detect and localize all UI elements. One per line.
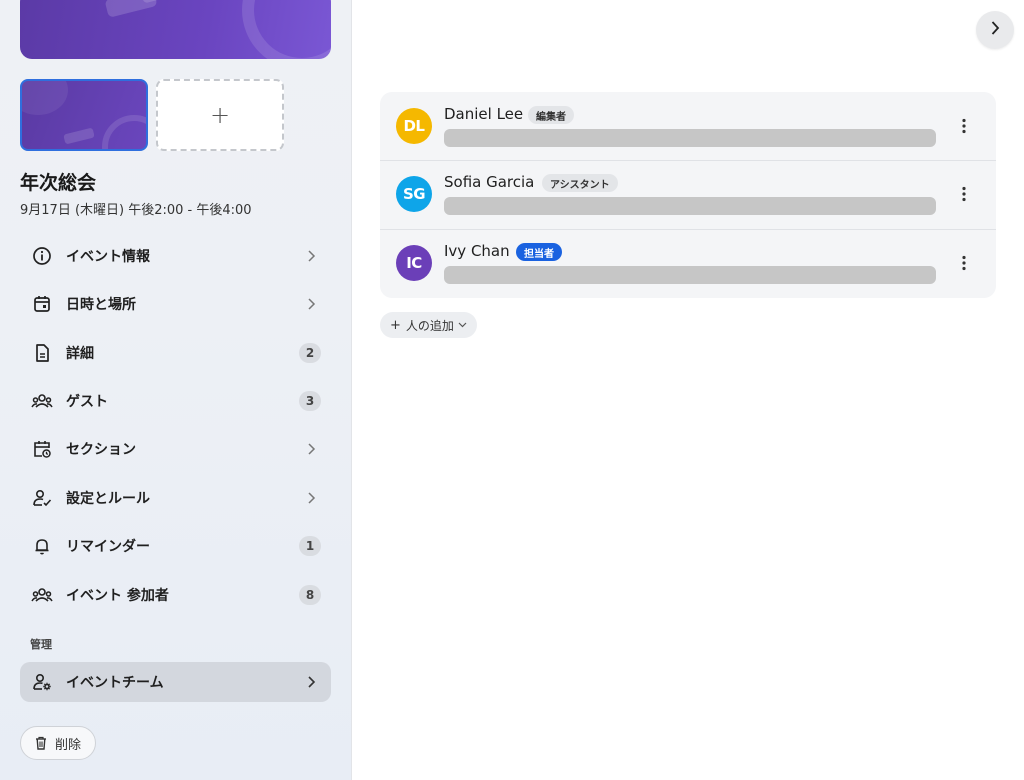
cover-thumbnail-selected[interactable]: [20, 79, 148, 151]
role-badge: 担当者: [516, 243, 562, 261]
nav-item-event-info[interactable]: イベント情報: [20, 236, 331, 276]
group-icon: [30, 583, 54, 607]
chevron-right-icon: [303, 441, 319, 457]
row-divider: [380, 160, 996, 161]
member-detail-placeholder: [444, 266, 936, 284]
nav-item-label: イベント 参加者: [66, 588, 169, 604]
team-member-row[interactable]: IC Ivy Chan 担当者: [380, 229, 996, 298]
info-icon: [30, 244, 54, 268]
nav-item-label: セクション: [66, 442, 136, 458]
nav-item-label: リマインダー: [66, 539, 150, 555]
nav-item-label: ゲスト: [66, 394, 108, 410]
nav-item-details[interactable]: 詳細 2: [20, 333, 331, 373]
event-team-list: DL Daniel Lee 編集者 SG Sofia Garcia アシスタント…: [380, 92, 996, 298]
team-member-row[interactable]: DL Daniel Lee 編集者: [380, 92, 996, 161]
collapse-panel-button[interactable]: [976, 11, 1014, 49]
add-image-button[interactable]: +: [156, 79, 284, 151]
nav-item-participants[interactable]: イベント 参加者 8: [20, 575, 331, 615]
more-options-icon[interactable]: [952, 253, 976, 273]
count-badge: 8: [299, 585, 321, 605]
chevron-right-icon: [303, 296, 319, 312]
delete-button[interactable]: 削除: [20, 726, 97, 760]
plus-icon: +: [390, 317, 401, 333]
avatar: IC: [396, 245, 432, 281]
avatar: DL: [396, 108, 432, 144]
add-person-label: 人の追加: [405, 318, 454, 333]
section-label-admin: 管理: [30, 638, 52, 651]
member-detail-placeholder: [444, 197, 936, 215]
sidebar: + 年次総会 9月17日 (木曜日) 午後2:00 - 午後4:00 イベント情…: [0, 0, 352, 780]
nav-item-label: 日時と場所: [66, 297, 136, 313]
add-person-button[interactable]: + 人の追加: [380, 312, 477, 338]
nav-item-label: イベント情報: [66, 249, 150, 265]
member-name: Daniel Lee: [444, 105, 524, 123]
chevron-right-icon: [303, 674, 319, 690]
cover-image: [20, 0, 331, 59]
row-divider: [380, 229, 996, 230]
nav-item-label: 設定とルール: [66, 491, 150, 507]
chevron-right-icon: [303, 490, 319, 506]
calendar-icon: [30, 292, 54, 316]
person-check-icon: [30, 486, 54, 510]
plus-icon: +: [209, 101, 231, 129]
calendar-clock-icon: [30, 437, 54, 461]
role-badge: 編集者: [528, 106, 574, 124]
more-options-icon[interactable]: [952, 184, 976, 204]
member-detail-placeholder: [444, 129, 936, 147]
member-name: Sofia Garcia: [444, 173, 535, 191]
count-badge: 1: [299, 536, 321, 556]
nav-item-settings-rules[interactable]: 設定とルール: [20, 478, 331, 518]
nav-item-guests[interactable]: ゲスト 3: [20, 381, 331, 421]
nav-item-date-place[interactable]: 日時と場所: [20, 284, 331, 324]
count-badge: 2: [299, 343, 321, 363]
member-name: Ivy Chan: [444, 242, 510, 260]
bell-icon: [30, 534, 54, 558]
count-badge: 3: [299, 391, 321, 411]
role-badge: アシスタント: [542, 174, 618, 192]
nav-item-sections[interactable]: セクション: [20, 429, 331, 469]
document-icon: [30, 341, 54, 365]
nav-item-label: 詳細: [66, 346, 94, 362]
nav-item-reminders[interactable]: リマインダー 1: [20, 526, 331, 566]
event-title: 年次総会: [20, 172, 97, 194]
chevron-right-icon: [303, 248, 319, 264]
team-member-row[interactable]: SG Sofia Garcia アシスタント: [380, 160, 996, 229]
more-options-icon[interactable]: [952, 116, 976, 136]
avatar: SG: [396, 176, 432, 212]
delete-label: 削除: [55, 737, 82, 753]
trash-icon: [33, 735, 49, 751]
person-gear-icon: [30, 670, 54, 694]
chevron-right-icon: [989, 20, 1001, 40]
nav-item-event-team[interactable]: イベントチーム: [20, 662, 331, 702]
nav-item-label: イベントチーム: [66, 675, 164, 691]
chevron-down-icon: [458, 322, 467, 328]
event-date: 9月17日 (木曜日) 午後2:00 - 午後4:00: [20, 203, 252, 218]
group-icon: [30, 389, 54, 413]
